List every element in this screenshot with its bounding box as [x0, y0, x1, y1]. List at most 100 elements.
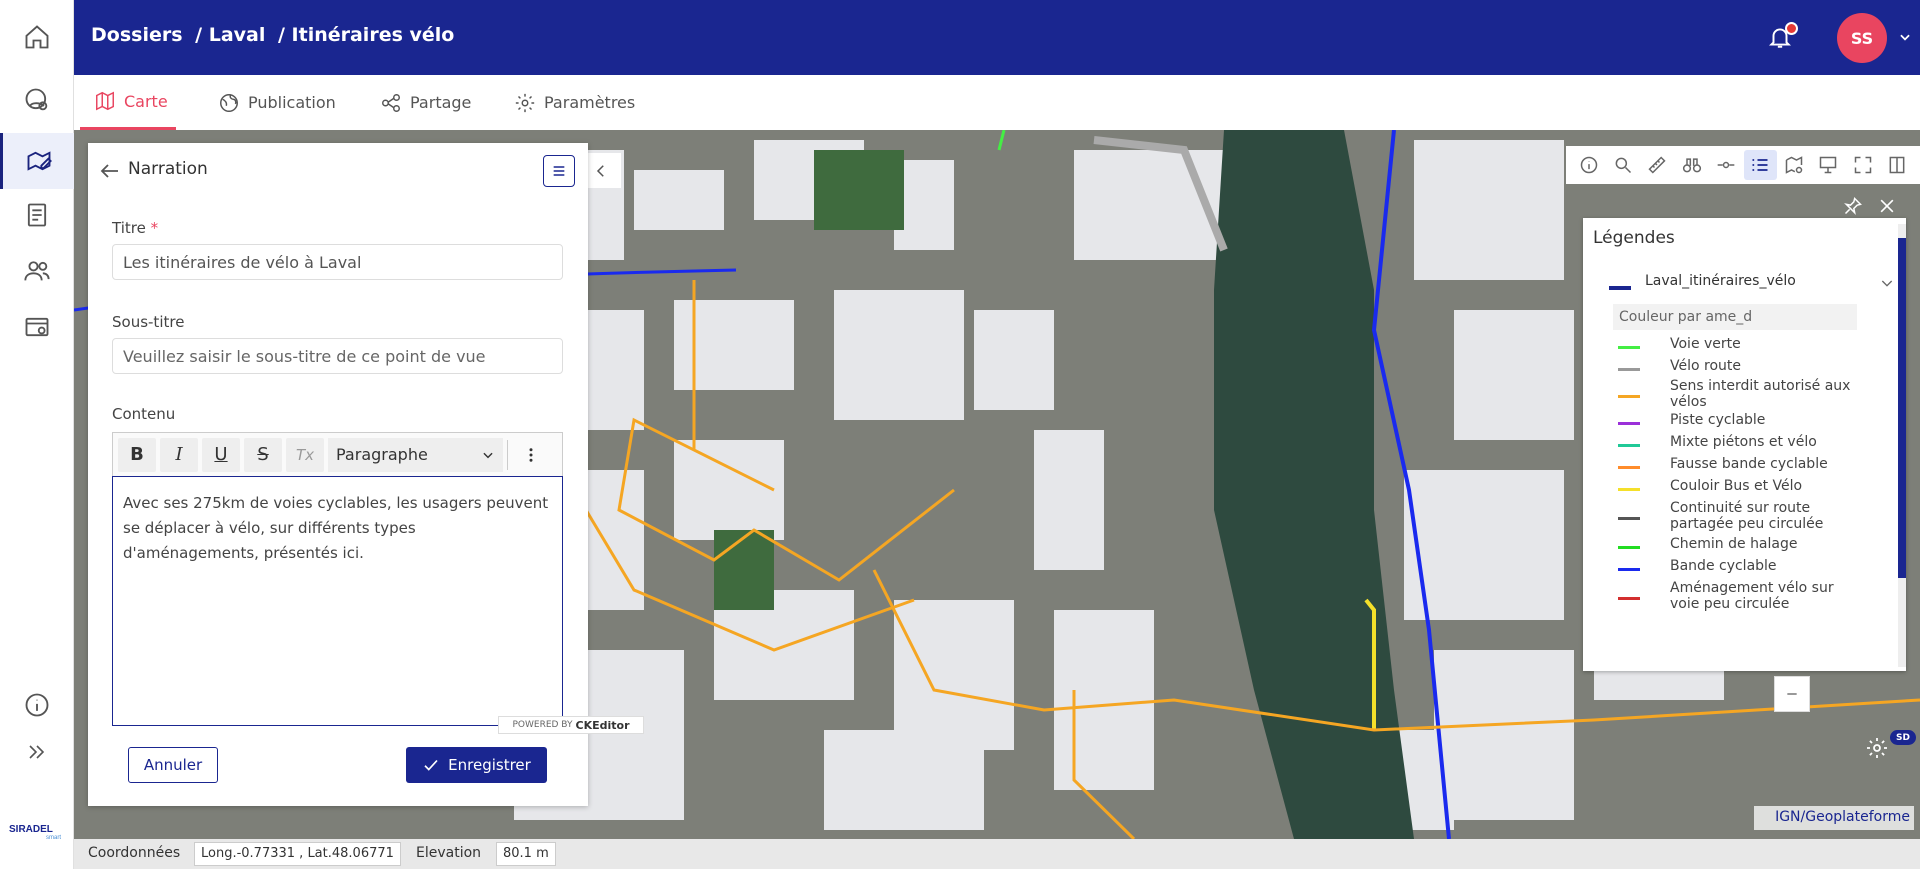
- legend-item: Sens interdit autorisé aux vélos: [1618, 378, 1858, 412]
- content-editor[interactable]: Avec ses 275km de voies cyclables, les u…: [112, 476, 563, 726]
- color-by-label: Couleur par ame_d: [1613, 304, 1857, 330]
- italic-button[interactable]: I: [160, 437, 198, 472]
- fullscreen-tool-button[interactable]: [1846, 150, 1879, 180]
- info-tool-button[interactable]: [1573, 150, 1606, 180]
- share-icon: [380, 92, 402, 114]
- save-label: Enregistrer: [448, 756, 531, 774]
- legend-swatch: [1618, 368, 1640, 371]
- binoculars-tool-button[interactable]: [1675, 150, 1708, 180]
- legend-item-label: Sens interdit autorisé aux vélos: [1670, 378, 1851, 410]
- map-icon: [94, 90, 116, 112]
- legend-item: Aménagement vélo sur voie peu circulée: [1618, 580, 1858, 614]
- tab-parametres[interactable]: Paramètres: [514, 75, 635, 130]
- titre-label: Titre *: [112, 219, 158, 237]
- chevron-down-icon[interactable]: [1898, 30, 1912, 44]
- required-mark: *: [150, 219, 159, 237]
- scrollbar-thumb[interactable]: [1898, 238, 1906, 578]
- presentation-tool-button[interactable]: [1812, 150, 1845, 180]
- checkmark-icon: [422, 756, 440, 774]
- legend-item: Piste cyclable: [1618, 412, 1858, 432]
- layers-tool-button[interactable]: [1778, 150, 1811, 180]
- legend-tool-button[interactable]: [1743, 150, 1777, 180]
- soustitre-input[interactable]: [112, 338, 563, 374]
- breadcrumb-current: / Itinéraires vélo: [277, 24, 455, 46]
- legend-item: Couloir Bus et Vélo: [1618, 478, 1858, 498]
- tab-carte[interactable]: Carte: [80, 75, 176, 130]
- document-icon: [23, 201, 51, 229]
- home-icon: [23, 23, 51, 51]
- legend-swatch: [1618, 597, 1640, 600]
- panel-menu-button[interactable]: [543, 155, 575, 187]
- layer-swatch: [1609, 286, 1631, 290]
- legend-item-label: Voie verte: [1670, 336, 1741, 352]
- legend-layer-name[interactable]: Laval_itinéraires_vélo: [1645, 273, 1796, 289]
- users-nav-button[interactable]: [0, 243, 74, 299]
- legend-swatch: [1618, 568, 1640, 571]
- cancel-button[interactable]: Annuler: [128, 747, 218, 783]
- admin-settings-icon: [23, 313, 51, 341]
- chevron-down-icon: [481, 448, 495, 462]
- map-attribution[interactable]: IGN/Geoplateforme: [1754, 806, 1914, 830]
- gear-icon: [514, 92, 536, 114]
- breadcrumb-dossiers[interactable]: Dossiers: [91, 24, 183, 46]
- bold-button[interactable]: B: [118, 437, 156, 472]
- user-avatar[interactable]: SS: [1837, 13, 1887, 63]
- svg-text:SIRADEL: SIRADEL: [9, 824, 53, 835]
- legend-item: Fausse bande cyclable: [1618, 456, 1858, 476]
- legend-item-label: Chemin de halage: [1670, 536, 1798, 552]
- save-button[interactable]: Enregistrer: [406, 747, 547, 783]
- pin-icon[interactable]: [1843, 196, 1863, 216]
- line-node-icon: [1716, 155, 1736, 175]
- strikethrough-button[interactable]: S: [244, 437, 282, 472]
- legend-item: Chemin de halage: [1618, 536, 1858, 556]
- legend-item-label: Continuité sur route partagée peu circul…: [1670, 500, 1824, 532]
- remove-format-button[interactable]: Tx: [286, 437, 324, 472]
- titre-input[interactable]: [112, 244, 563, 280]
- documents-nav-button[interactable]: [0, 187, 74, 243]
- home-nav-button[interactable]: [0, 9, 74, 65]
- info-icon: [23, 691, 51, 719]
- tab-partage[interactable]: Partage: [380, 75, 471, 130]
- search-tool-button[interactable]: [1607, 150, 1640, 180]
- zoom-out-button[interactable]: [1774, 676, 1810, 712]
- top-bar: Dossiers / Laval / Itinéraires vélo SS: [74, 0, 1920, 75]
- underline-button[interactable]: U: [202, 437, 240, 472]
- more-tools-button[interactable]: [512, 438, 550, 472]
- legend-item-label: Aménagement vélo sur voie peu circulée: [1670, 580, 1834, 612]
- legend-title: Légendes: [1593, 228, 1675, 248]
- legend-swatch: [1618, 422, 1640, 425]
- ckeditor-powered-badge[interactable]: POWERED BY CKEditor: [498, 716, 644, 734]
- profile-tool-button[interactable]: [1709, 150, 1742, 180]
- expand-nav-button[interactable]: [0, 724, 74, 780]
- fullscreen-icon: [1853, 155, 1873, 175]
- chevron-down-icon[interactable]: [1879, 275, 1895, 291]
- double-chevron-right-icon: [25, 740, 49, 764]
- toolbar-separator: [507, 439, 508, 470]
- views-nav-button[interactable]: [0, 72, 74, 128]
- legend-swatch: [1618, 444, 1640, 447]
- legend-item-label: Mixte piétons et vélo: [1670, 434, 1817, 450]
- editor-nav-button[interactable]: [0, 133, 74, 189]
- presentation-icon: [1818, 155, 1838, 175]
- legend-scrollbar[interactable]: [1898, 224, 1906, 667]
- breadcrumb: Dossiers / Laval / Itinéraires vélo: [91, 24, 460, 46]
- paragraph-format-select[interactable]: Paragraphe: [328, 437, 503, 472]
- breadcrumb-laval[interactable]: / Laval: [195, 24, 265, 46]
- measure-tool-button[interactable]: [1641, 150, 1674, 180]
- vertical-dots-icon: [522, 446, 540, 464]
- status-bar: Coordonnées Long.-0.77331 , Lat.48.06771…: [74, 839, 1920, 869]
- legend-item-label: Fausse bande cyclable: [1670, 456, 1828, 472]
- close-icon[interactable]: [1877, 196, 1897, 216]
- legend-swatch: [1618, 466, 1640, 469]
- powered-by-text: POWERED BY: [512, 720, 573, 730]
- tab-publication[interactable]: Publication: [218, 75, 336, 130]
- legend-swatch: [1618, 517, 1640, 520]
- back-arrow-icon[interactable]: [98, 159, 122, 183]
- admin-nav-button[interactable]: [0, 299, 74, 355]
- search-icon: [1613, 155, 1633, 175]
- map-edit-icon: [25, 147, 53, 175]
- split-tool-button[interactable]: [1880, 150, 1913, 180]
- coords-label: Coordonnées: [88, 845, 181, 861]
- ruler-icon: [1647, 155, 1667, 175]
- notifications-button[interactable]: [1767, 22, 1798, 50]
